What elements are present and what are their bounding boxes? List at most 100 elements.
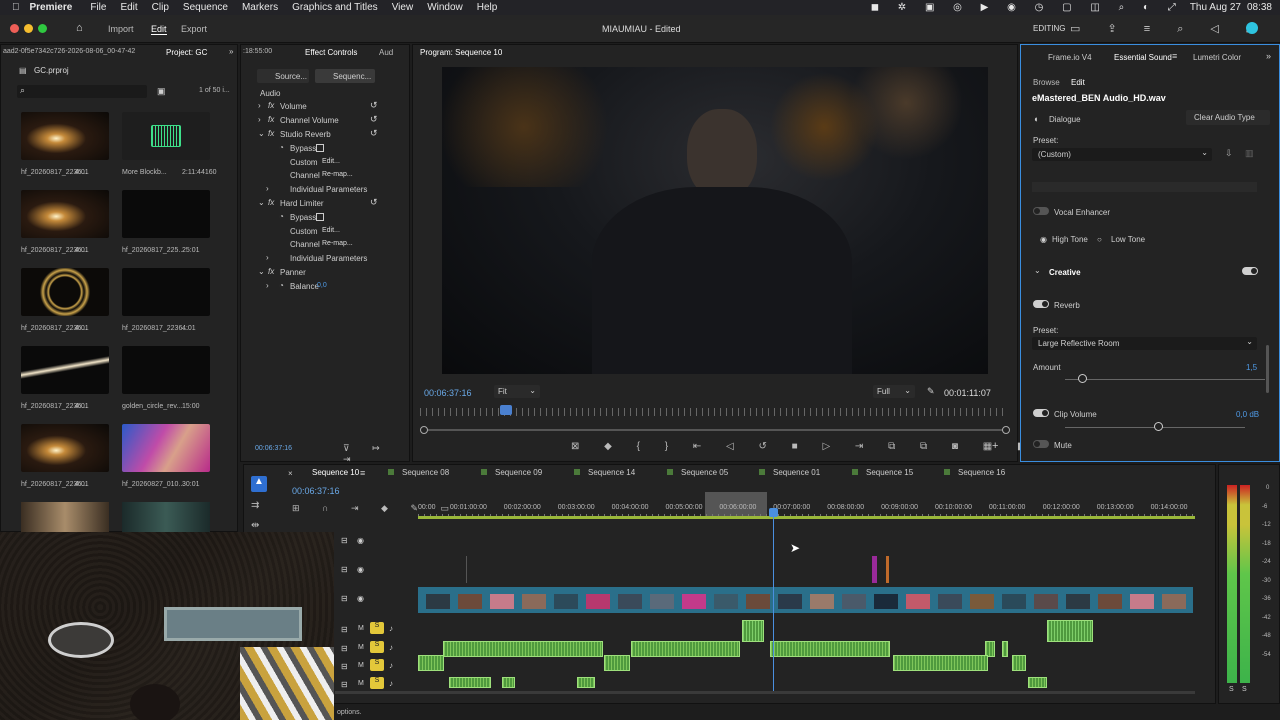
clip-thumbnail[interactable] bbox=[970, 594, 994, 609]
sequence-tab[interactable]: Sequence 15 bbox=[852, 468, 913, 477]
stopwatch-icon[interactable]: ◔ bbox=[279, 212, 284, 221]
clip-thumbnail[interactable] bbox=[842, 594, 866, 609]
menu-markers[interactable]: Markers bbox=[242, 2, 278, 13]
tab-audio[interactable]: Aud bbox=[379, 48, 393, 57]
preset-dropdown[interactable]: (Custom) ⌄ bbox=[1032, 148, 1212, 161]
menu-icon[interactable]: ≡ bbox=[1172, 51, 1177, 61]
project-thumbnail[interactable] bbox=[122, 190, 210, 238]
bypass-checkbox[interactable] bbox=[316, 213, 324, 221]
fit-dropdown[interactable]: Fit ⌄ bbox=[494, 385, 540, 398]
program-timecode[interactable]: 00:06:37:16 bbox=[424, 388, 472, 398]
mute-toggle[interactable] bbox=[1033, 440, 1049, 448]
zoom-handle-left[interactable] bbox=[420, 426, 428, 434]
clip-thumbnail[interactable] bbox=[522, 594, 546, 609]
solo-track-button[interactable]: S bbox=[370, 677, 384, 689]
menu-window[interactable]: Window bbox=[427, 2, 463, 13]
track-output-icon[interactable]: ⊟ bbox=[341, 565, 348, 574]
clip-thumbnail[interactable] bbox=[810, 594, 834, 609]
mute-track-button[interactable]: M bbox=[358, 680, 364, 687]
nav-edit[interactable]: Edit bbox=[151, 24, 167, 35]
menu-view[interactable]: View bbox=[392, 2, 414, 13]
track-output-icon[interactable]: ⊟ bbox=[341, 644, 348, 653]
home-icon[interactable]: ⌂ bbox=[76, 22, 83, 34]
avatar[interactable] bbox=[1246, 22, 1258, 34]
sequence-tab[interactable]: Sequence 14 bbox=[574, 468, 635, 477]
audio-clip[interactable] bbox=[502, 677, 515, 688]
close-window-button[interactable] bbox=[10, 24, 19, 33]
project-thumbnail[interactable] bbox=[21, 190, 109, 238]
chevron-right-icon[interactable]: › bbox=[266, 281, 269, 290]
clip-thumbnail[interactable] bbox=[554, 594, 578, 609]
sequence-tab[interactable]: Sequence 10 bbox=[312, 468, 359, 477]
solo-track-button[interactable]: S bbox=[370, 641, 384, 653]
tab-project[interactable]: Project: GC bbox=[166, 48, 207, 57]
chevron-down-icon[interactable]: ⌄ bbox=[258, 267, 265, 276]
timeline-timecode[interactable]: 00:06:37:16 bbox=[292, 486, 340, 496]
project-thumbnail[interactable] bbox=[21, 424, 109, 472]
audio-clip[interactable] bbox=[604, 655, 630, 671]
chevron-right-icon[interactable]: › bbox=[258, 101, 261, 110]
clip-thumbnail[interactable] bbox=[906, 594, 930, 609]
clip-thumbnail[interactable] bbox=[1162, 594, 1186, 609]
clip-thumbnail[interactable] bbox=[874, 594, 898, 609]
bypass-checkbox[interactable] bbox=[316, 144, 324, 152]
clip-thumbnail[interactable] bbox=[746, 594, 770, 609]
amount-value[interactable]: 1,5 bbox=[1246, 363, 1257, 372]
clip-thumbnail[interactable] bbox=[1130, 594, 1154, 609]
clip-thumbnail[interactable] bbox=[1098, 594, 1122, 609]
reset-icon[interactable]: ↺ bbox=[370, 128, 378, 139]
clip-thumbnail[interactable] bbox=[650, 594, 674, 609]
sequence-tab[interactable]: Sequence 01 bbox=[759, 468, 820, 477]
reverb-toggle[interactable] bbox=[1033, 300, 1049, 308]
selection-tool-icon[interactable]: ▲ bbox=[251, 476, 267, 492]
project-thumbnail[interactable] bbox=[122, 112, 210, 160]
project-thumbnail[interactable] bbox=[122, 346, 210, 394]
effect-param-value[interactable]: Re-map... bbox=[322, 240, 353, 247]
effect-param-value[interactable]: Edit... bbox=[322, 158, 340, 165]
reset-icon[interactable]: ↺ bbox=[370, 100, 378, 111]
timeline-scrollbar[interactable] bbox=[335, 691, 1195, 694]
track-output-icon[interactable]: ⊟ bbox=[341, 680, 348, 689]
program-playhead[interactable] bbox=[500, 405, 512, 415]
low-tone-radio[interactable]: ○ bbox=[1097, 235, 1102, 244]
track-output-icon[interactable]: ⊟ bbox=[341, 536, 348, 545]
reset-icon[interactable]: ↺ bbox=[370, 197, 378, 208]
chevron-down-icon[interactable]: ⌄ bbox=[258, 198, 265, 207]
menu-clip[interactable]: Clip bbox=[152, 2, 169, 13]
solo-right[interactable]: S bbox=[1242, 686, 1247, 693]
track-output-icon[interactable]: ⊟ bbox=[341, 594, 348, 603]
tab-frameio[interactable]: Frame.io V4 bbox=[1048, 53, 1092, 62]
tab-browse[interactable]: Browse bbox=[1033, 78, 1060, 87]
clip-thumbnail[interactable] bbox=[1066, 594, 1090, 609]
mic-icon[interactable]: ♪ bbox=[389, 624, 393, 633]
effect-param-value[interactable]: 0,0 bbox=[317, 282, 327, 289]
tab-lumetri[interactable]: Lumetri Color bbox=[1193, 53, 1241, 62]
fx-icon[interactable]: fx bbox=[268, 115, 274, 124]
menu-edit[interactable]: Edit bbox=[120, 2, 137, 13]
amount-slider-track[interactable] bbox=[1065, 379, 1265, 380]
audio-clip[interactable] bbox=[893, 655, 988, 671]
track-output-icon[interactable]: ⊟ bbox=[341, 662, 348, 671]
zoom-scrollbar[interactable] bbox=[424, 429, 1006, 431]
clear-audio-type-button[interactable]: Clear Audio Type bbox=[1186, 110, 1270, 125]
clip-thumbnail[interactable] bbox=[618, 594, 642, 609]
search-input[interactable]: ⌕ bbox=[17, 85, 147, 98]
resolution-dropdown[interactable]: Full ⌄ bbox=[873, 385, 915, 398]
audio-clip[interactable] bbox=[443, 641, 603, 657]
sequence-tab[interactable]: Sequence 05 bbox=[667, 468, 728, 477]
audio-clip[interactable] bbox=[631, 641, 740, 657]
clip-thumbnail[interactable] bbox=[458, 594, 482, 609]
menu-graphics[interactable]: Graphics and Titles bbox=[292, 2, 378, 13]
clip-thumbnail[interactable] bbox=[778, 594, 802, 609]
delete-preset-icon[interactable]: ▥ bbox=[1245, 148, 1254, 159]
project-thumbnail[interactable] bbox=[21, 346, 109, 394]
audio-clip[interactable] bbox=[418, 655, 444, 671]
sequence-tab[interactable]: Sequence 08 bbox=[388, 468, 449, 477]
bin-icon[interactable]: ▣ bbox=[157, 86, 166, 97]
fx-icon[interactable]: fx bbox=[268, 101, 274, 110]
zoom-handle-right[interactable] bbox=[1002, 426, 1010, 434]
audio-clip[interactable] bbox=[1047, 620, 1093, 642]
nav-export[interactable]: Export bbox=[181, 24, 207, 34]
sequence-tab[interactable]: Sequence 16 bbox=[944, 468, 1005, 477]
project-thumbnail[interactable] bbox=[21, 502, 109, 532]
